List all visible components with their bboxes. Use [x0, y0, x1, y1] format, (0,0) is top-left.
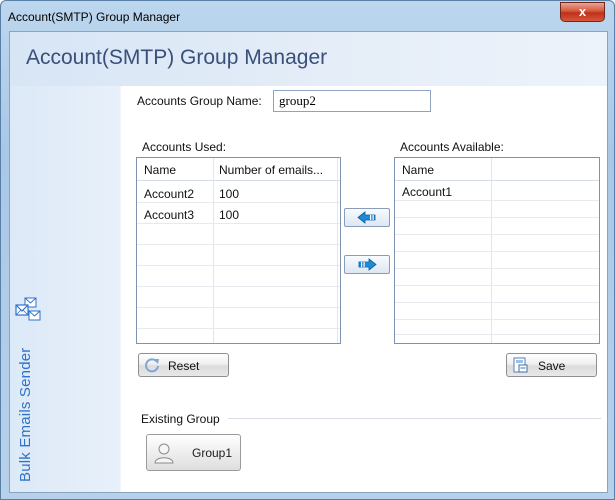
row-divider: [137, 265, 340, 266]
existing-group-label: Existing Group: [141, 412, 226, 426]
cell-account-name: Account3: [144, 208, 195, 222]
row-divider: [395, 251, 599, 252]
header-band: Account(SMTP) Group Manager: [10, 32, 607, 86]
move-right-button[interactable]: [344, 255, 390, 274]
cell-email-count: 100: [219, 208, 240, 222]
save-label: Save: [538, 359, 566, 373]
row-divider: [137, 244, 340, 245]
column-divider: [337, 158, 338, 343]
title-bar[interactable]: Account(SMTP) Group Manager x: [1, 1, 614, 31]
cell-email-count: 100: [219, 187, 240, 201]
row-divider: [395, 268, 599, 269]
row-divider: [137, 223, 340, 224]
row-divider: [395, 334, 599, 335]
refresh-icon: [145, 358, 159, 373]
column-header-emails[interactable]: Number of emails...: [219, 163, 323, 177]
row-divider: [395, 234, 599, 235]
accounts-available-grid[interactable]: Name Account1: [394, 157, 600, 344]
group-button-label: Group1: [192, 446, 233, 460]
save-button[interactable]: Save: [506, 353, 597, 377]
brand-text: Bulk Emails Sender: [17, 347, 34, 483]
accounts-used-grid[interactable]: Name Number of emails... Account2 100 Ac…: [136, 157, 341, 344]
envelopes-icon: [15, 297, 41, 321]
column-divider: [213, 158, 214, 343]
section-divider: [228, 418, 601, 419]
accounts-used-label: Accounts Used:: [142, 140, 227, 154]
user-icon: [154, 443, 174, 464]
accounts-available-label: Accounts Available:: [400, 140, 504, 154]
row-divider: [395, 200, 599, 201]
arrow-left-icon: [357, 211, 376, 224]
close-button[interactable]: x: [560, 2, 605, 22]
column-header-name[interactable]: Name: [402, 163, 434, 177]
group-button-group1[interactable]: Group1: [146, 434, 241, 471]
row-divider: [395, 302, 599, 303]
row-divider: [137, 307, 340, 308]
page-title: Account(SMTP) Group Manager: [26, 46, 328, 69]
row-divider: [137, 202, 340, 203]
grid-header: Name: [395, 158, 599, 181]
close-icon: x: [578, 4, 587, 19]
row-divider: [137, 328, 340, 329]
grid-header: Name Number of emails...: [137, 158, 340, 181]
move-left-button[interactable]: [344, 208, 390, 227]
arrow-right-icon: [358, 258, 377, 271]
row-divider: [395, 285, 599, 286]
reset-label: Reset: [168, 359, 200, 373]
group-name-input[interactable]: group2: [273, 90, 431, 112]
save-icon: [513, 357, 528, 373]
row-divider: [137, 286, 340, 287]
column-header-name[interactable]: Name: [144, 163, 176, 177]
cell-account-name: Account2: [144, 187, 195, 201]
reset-button[interactable]: Reset: [138, 353, 229, 377]
group-name-label: Accounts Group Name:: [137, 94, 262, 108]
row-divider: [395, 217, 599, 218]
window-title: Account(SMTP) Group Manager: [8, 10, 181, 24]
cell-account-name: Account1: [402, 185, 453, 199]
row-divider: [395, 319, 599, 320]
